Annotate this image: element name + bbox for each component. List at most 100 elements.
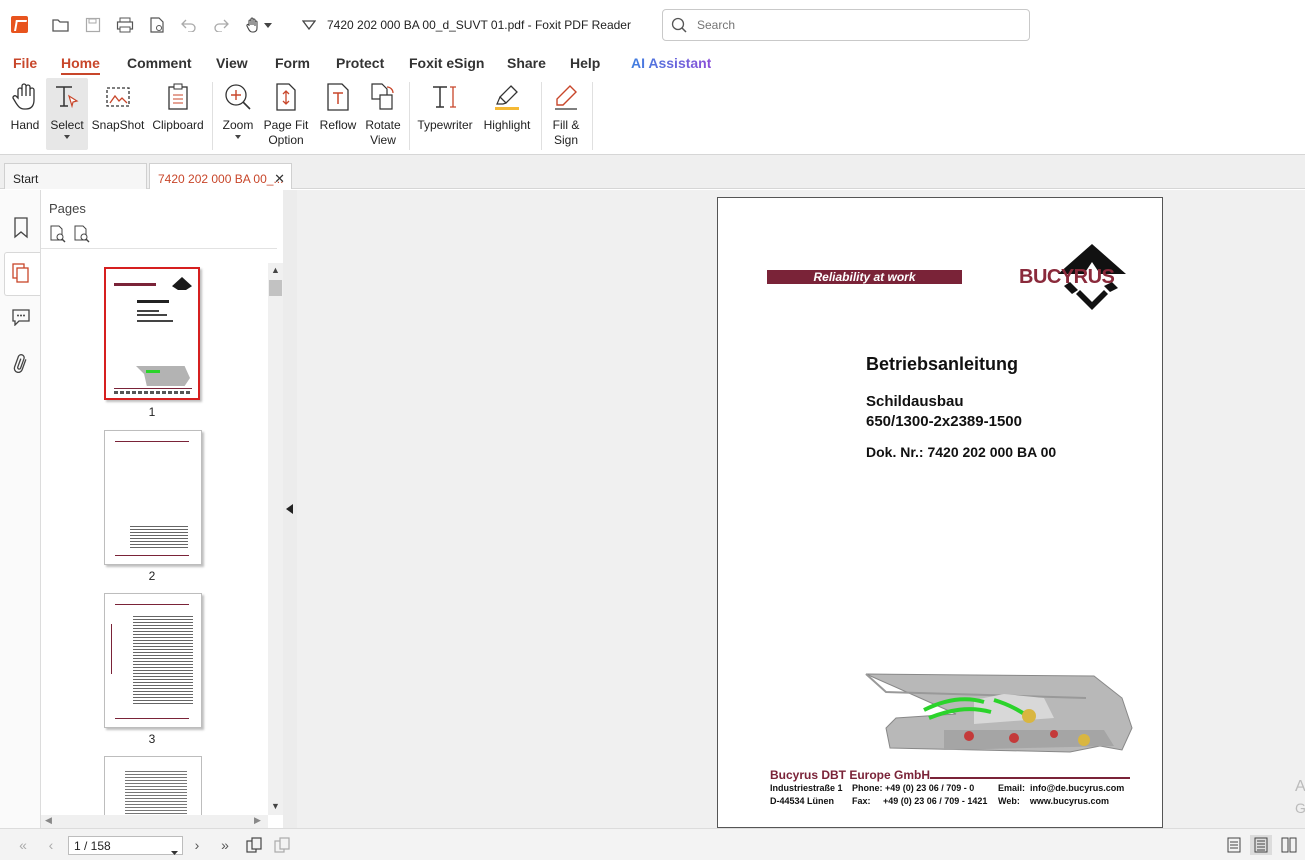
- menu-home[interactable]: Home: [61, 55, 100, 75]
- panel-title: Pages: [49, 201, 86, 216]
- redo-icon[interactable]: [210, 14, 232, 36]
- rotate-icon: [368, 82, 398, 112]
- rotate-view-button[interactable]: Rotate View: [363, 78, 403, 150]
- snapshot-button[interactable]: SnapShot: [92, 78, 144, 150]
- page-thumbnail-number: 3: [148, 732, 156, 746]
- page-fit-icon: [271, 82, 301, 112]
- page-thumbnail-number: 2: [148, 569, 156, 583]
- open-icon[interactable]: [50, 14, 72, 36]
- typewriter-icon: [430, 82, 460, 112]
- menu-share[interactable]: Share: [507, 55, 546, 71]
- clipboard-icon: [163, 82, 193, 112]
- document-tab-bar: Start 7420 202 000 BA 00_... ✕: [0, 155, 1305, 189]
- menu-help[interactable]: Help: [570, 55, 600, 71]
- comment-icon[interactable]: [9, 305, 33, 329]
- typewriter-button[interactable]: Typewriter: [416, 78, 474, 150]
- search-input[interactable]: [697, 17, 1017, 33]
- menu-bar: File Home Comment View Form Protect Foxi…: [0, 50, 1305, 76]
- scroll-up-icon[interactable]: ▲: [271, 265, 280, 275]
- panel-collapse-strip[interactable]: [283, 190, 297, 828]
- footer-email: Email: info@de.bucyrus.com: [998, 783, 1125, 793]
- tab-start[interactable]: Start: [4, 163, 147, 189]
- menu-comment[interactable]: Comment: [127, 55, 192, 71]
- slogan-banner: Reliability at work: [767, 270, 962, 284]
- bookmark-icon[interactable]: [9, 216, 33, 240]
- footer-rule: [930, 777, 1130, 779]
- document-title: Betriebsanleitung: [866, 354, 1019, 374]
- save-icon[interactable]: [82, 14, 104, 36]
- chevron-down-icon[interactable]: [171, 844, 178, 858]
- window-title: 7420 202 000 BA 00_d_SUVT 01.pdf - Foxit…: [327, 18, 631, 32]
- prev-page-icon[interactable]: ‹: [42, 837, 60, 853]
- pdf-page[interactable]: Reliability at work BUCYRUS Betriebsanle…: [717, 197, 1163, 828]
- scroll-left-icon[interactable]: ◀: [45, 815, 52, 826]
- next-page-icon[interactable]: ›: [188, 837, 206, 853]
- activation-watermark: A: [1295, 778, 1305, 795]
- pages-icon[interactable]: [9, 261, 33, 285]
- footer-city: D-44534 Lünen: [770, 796, 835, 806]
- chevron-down-icon: [235, 135, 241, 139]
- page-thumbnail-4[interactable]: [104, 756, 202, 815]
- menu-view[interactable]: View: [216, 55, 248, 71]
- page-thumbnail-3[interactable]: [104, 593, 202, 728]
- snapshot-icon: [103, 82, 133, 112]
- navigation-sidebar: [0, 190, 41, 828]
- menu-ai-assistant[interactable]: AI Assistant: [631, 55, 711, 71]
- menu-foxit-esign[interactable]: Foxit eSign: [409, 55, 484, 71]
- app-logo-icon: [11, 16, 28, 33]
- highlighter-icon: [492, 82, 522, 112]
- page-thumbnail-1[interactable]: [104, 267, 200, 400]
- menu-protect[interactable]: Protect: [336, 55, 384, 71]
- page-fit-option-button[interactable]: Page Fit Option: [261, 78, 311, 150]
- select-text-icon: [52, 82, 82, 112]
- previous-view-icon[interactable]: [245, 837, 263, 853]
- page-number-input[interactable]: 1 / 158: [68, 836, 183, 855]
- ribbon-separator: [592, 82, 593, 150]
- clipboard-button[interactable]: Clipboard: [150, 78, 206, 150]
- continuous-icon[interactable]: [1250, 835, 1272, 855]
- document-model: 650/1300-2x2389-1500: [866, 413, 1022, 430]
- thumbnail-horizontal-scrollbar[interactable]: ◀ ▶: [41, 815, 268, 828]
- zoom-button[interactable]: Zoom: [220, 78, 256, 150]
- ribbon-toolbar: Hand Select SnapShot Clipboard Zoom Page…: [0, 76, 1305, 155]
- first-page-icon[interactable]: «: [14, 837, 32, 853]
- last-page-icon[interactable]: »: [216, 837, 234, 853]
- fill-sign-icon: [551, 82, 581, 112]
- next-view-icon[interactable]: [273, 837, 291, 853]
- zoom-out-thumbnail-icon[interactable]: [73, 225, 91, 246]
- properties-icon[interactable]: [146, 14, 168, 36]
- footer-company: Bucyrus DBT Europe GmbH: [770, 768, 931, 782]
- print-icon[interactable]: [114, 14, 136, 36]
- close-icon[interactable]: ✕: [274, 171, 285, 187]
- chevron-down-icon[interactable]: [262, 14, 274, 36]
- undo-icon[interactable]: [178, 14, 200, 36]
- hand-tool-icon[interactable]: [242, 14, 264, 36]
- two-page-icon[interactable]: [1280, 837, 1298, 853]
- customize-quick-access-icon[interactable]: [298, 14, 320, 36]
- select-button[interactable]: Select: [46, 78, 88, 150]
- zoom-in-thumbnail-icon[interactable]: [49, 225, 67, 246]
- footer-street: Industriestraße 1: [770, 783, 843, 793]
- footer-web: Web: www.bucyrus.com: [998, 796, 1110, 806]
- reflow-button[interactable]: Reflow: [318, 78, 358, 150]
- search-box[interactable]: [662, 9, 1030, 41]
- footer-fax: Fax: +49 (0) 23 06 / 709 - 1421: [852, 796, 988, 806]
- fill-sign-button[interactable]: Fill & Sign: [546, 78, 586, 150]
- panel-divider: [41, 248, 277, 249]
- zoom-icon: [223, 82, 253, 112]
- hand-button[interactable]: Hand: [6, 78, 44, 150]
- scroll-right-icon[interactable]: ▶: [254, 815, 261, 826]
- highlight-button[interactable]: Highlight: [479, 78, 535, 150]
- scroll-thumb[interactable]: [269, 280, 282, 296]
- ribbon-separator: [541, 82, 542, 150]
- menu-file[interactable]: File: [13, 55, 37, 71]
- scroll-down-icon[interactable]: ▼: [271, 801, 280, 811]
- thumbnail-scrollbar[interactable]: ▲ ▼: [268, 263, 283, 815]
- tab-document[interactable]: 7420 202 000 BA 00_... ✕: [149, 163, 292, 189]
- attachment-icon[interactable]: [9, 352, 33, 376]
- collapse-arrow-icon[interactable]: [286, 503, 293, 517]
- single-page-icon[interactable]: [1225, 837, 1243, 853]
- chevron-down-icon: [64, 135, 70, 139]
- menu-form[interactable]: Form: [275, 55, 310, 71]
- page-thumbnail-2[interactable]: [104, 430, 202, 565]
